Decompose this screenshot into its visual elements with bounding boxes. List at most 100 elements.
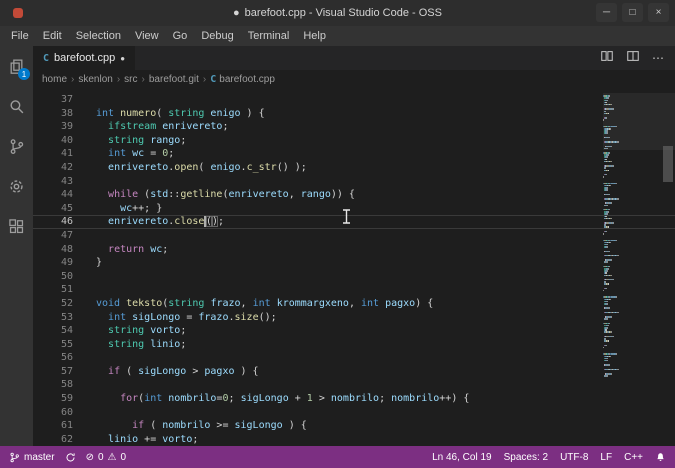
code-line[interactable]: 41 int wc = 0; — [33, 147, 675, 161]
activity-bar-item-extensions[interactable] — [0, 206, 33, 246]
line-number[interactable]: 58 — [33, 378, 73, 392]
code-line[interactable]: 49} — [33, 256, 675, 270]
split-editor-icon[interactable] — [600, 49, 614, 68]
line-number[interactable]: 57 — [33, 365, 73, 379]
indentation-indicator[interactable]: Spaces: 2 — [504, 452, 548, 463]
code-line[interactable]: 40 string rango; — [33, 134, 675, 148]
minimap-line — [603, 375, 661, 377]
minimize-button[interactable]: ─ — [596, 3, 617, 22]
menu-item-help[interactable]: Help — [296, 26, 333, 46]
line-number[interactable]: 53 — [33, 311, 73, 325]
code-line[interactable]: 42 enrivereto.open( enigo.c_str() ); — [33, 161, 675, 175]
tab-barefoot-cpp[interactable]: C barefoot.cpp ● — [33, 46, 135, 70]
code-line[interactable]: 54 string vorto; — [33, 324, 675, 338]
git-branch-indicator[interactable]: master — [9, 452, 55, 463]
line-number[interactable]: 39 — [33, 120, 73, 134]
code-line[interactable]: 55 string linio; — [33, 338, 675, 352]
breadcrumb-item[interactable]: skenlon — [78, 74, 112, 85]
line-number[interactable]: 47 — [33, 229, 73, 243]
line-number[interactable]: 60 — [33, 406, 73, 420]
layout-icon[interactable] — [626, 49, 640, 68]
code-line[interactable]: 48 return wc; — [33, 243, 675, 257]
breadcrumb-separator: › — [203, 74, 206, 85]
line-number[interactable]: 56 — [33, 351, 73, 365]
menu-item-file[interactable]: File — [4, 26, 36, 46]
code-line[interactable]: 38int numero( string enigo ) { — [33, 107, 675, 121]
line-number[interactable]: 42 — [33, 161, 73, 175]
line-number[interactable]: 41 — [33, 147, 73, 161]
more-actions-icon[interactable]: ⋯ — [652, 51, 665, 65]
code-line[interactable]: 43 — [33, 175, 675, 189]
line-number[interactable]: 37 — [33, 93, 73, 107]
code-line[interactable]: 61 if ( nombrilo >= sigLongo ) { — [33, 419, 675, 433]
menu-item-edit[interactable]: Edit — [36, 26, 69, 46]
line-number[interactable]: 48 — [33, 243, 73, 257]
line-number[interactable]: 40 — [33, 134, 73, 148]
line-number[interactable]: 59 — [33, 392, 73, 406]
problems-indicator[interactable]: ⊘ 0 ⚠ 0 — [86, 452, 126, 463]
breadcrumb-item[interactable]: barefoot.git — [149, 74, 199, 85]
activity-bar-item-search[interactable] — [0, 86, 33, 126]
menu-item-go[interactable]: Go — [166, 26, 195, 46]
code-line[interactable]: 50 — [33, 270, 675, 284]
code-line[interactable]: 57 if ( sigLongo > pagxo ) { — [33, 365, 675, 379]
code-line[interactable]: 37 — [33, 93, 675, 107]
menu-bar: FileEditSelectionViewGoDebugTerminalHelp — [0, 26, 675, 46]
code-line[interactable]: 39 ifstream enrivereto; — [33, 120, 675, 134]
menu-item-debug[interactable]: Debug — [194, 26, 240, 46]
menu-item-terminal[interactable]: Terminal — [241, 26, 297, 46]
encoding-indicator[interactable]: UTF-8 — [560, 452, 588, 463]
line-number[interactable]: 46 — [33, 215, 73, 229]
breadcrumb-item[interactable]: home — [42, 74, 67, 85]
minimap[interactable] — [603, 93, 661, 446]
activity-bar-item-source-control[interactable] — [0, 126, 33, 166]
code-line[interactable]: 53 int sigLongo = frazo.size(); — [33, 311, 675, 325]
line-number[interactable]: 49 — [33, 256, 73, 270]
line-number[interactable]: 54 — [33, 324, 73, 338]
window-title-text: barefoot.cpp - Visual Studio Code - OSS — [245, 7, 442, 19]
line-number[interactable]: 61 — [33, 419, 73, 433]
code-line[interactable]: 47 — [33, 229, 675, 243]
cursor-position[interactable]: Ln 46, Col 19 — [432, 452, 492, 463]
line-number[interactable]: 55 — [33, 338, 73, 352]
line-number[interactable]: 38 — [33, 107, 73, 121]
vertical-scrollbar[interactable] — [661, 89, 675, 446]
menu-item-selection[interactable]: Selection — [69, 26, 128, 46]
window-title: ● barefoot.cpp - Visual Studio Code - OS… — [0, 7, 675, 19]
line-number[interactable]: 52 — [33, 297, 73, 311]
code-line[interactable]: 45 wc++; } — [33, 202, 675, 216]
breadcrumb-item[interactable]: src — [124, 74, 137, 85]
language-indicator[interactable]: C++ — [624, 452, 643, 463]
line-number[interactable]: 43 — [33, 175, 73, 189]
code-line[interactable]: 51 — [33, 283, 675, 297]
sync-button[interactable] — [65, 452, 76, 463]
code-line[interactable]: 59 for(int nombrilo=0; sigLongo + 1 > no… — [33, 392, 675, 406]
status-bar: master ⊘ 0 ⚠ 0 Ln 46, Col 19 Spaces: 2 U… — [0, 446, 675, 468]
activity-bar: 1 — [0, 46, 33, 446]
tab-modified-dot: ● — [120, 54, 125, 63]
code-line[interactable]: 56 — [33, 351, 675, 365]
notifications-bell[interactable] — [655, 452, 666, 463]
close-button[interactable]: × — [648, 3, 669, 22]
activity-bar-item-settings[interactable] — [0, 166, 33, 206]
maximize-button[interactable]: □ — [622, 3, 643, 22]
line-number[interactable]: 62 — [33, 433, 73, 446]
menu-item-view[interactable]: View — [128, 26, 166, 46]
tab-bar: C barefoot.cpp ● ⋯ — [33, 46, 675, 70]
line-number[interactable]: 44 — [33, 188, 73, 202]
line-number[interactable]: 50 — [33, 270, 73, 284]
code-line[interactable]: 58 — [33, 378, 675, 392]
extensions-icon — [8, 218, 25, 235]
eol-indicator[interactable]: LF — [600, 452, 612, 463]
breadcrumb-item[interactable]: Cbarefoot.cpp — [210, 74, 275, 85]
line-number[interactable]: 51 — [33, 283, 73, 297]
activity-bar-item-explorer[interactable]: 1 — [0, 46, 33, 86]
code-line[interactable]: 60 — [33, 406, 675, 420]
bell-icon — [655, 452, 666, 463]
code-line[interactable]: 44 while (std::getline(enrivereto, rango… — [33, 188, 675, 202]
code-line[interactable]: 52void teksto(string frazo, int krommarg… — [33, 297, 675, 311]
line-number[interactable]: 45 — [33, 202, 73, 216]
scrollbar-thumb[interactable] — [663, 146, 673, 182]
code-line[interactable]: 62 linio += vorto; — [33, 433, 675, 446]
code-line[interactable]: 46 enrivereto.close(); — [33, 215, 675, 229]
